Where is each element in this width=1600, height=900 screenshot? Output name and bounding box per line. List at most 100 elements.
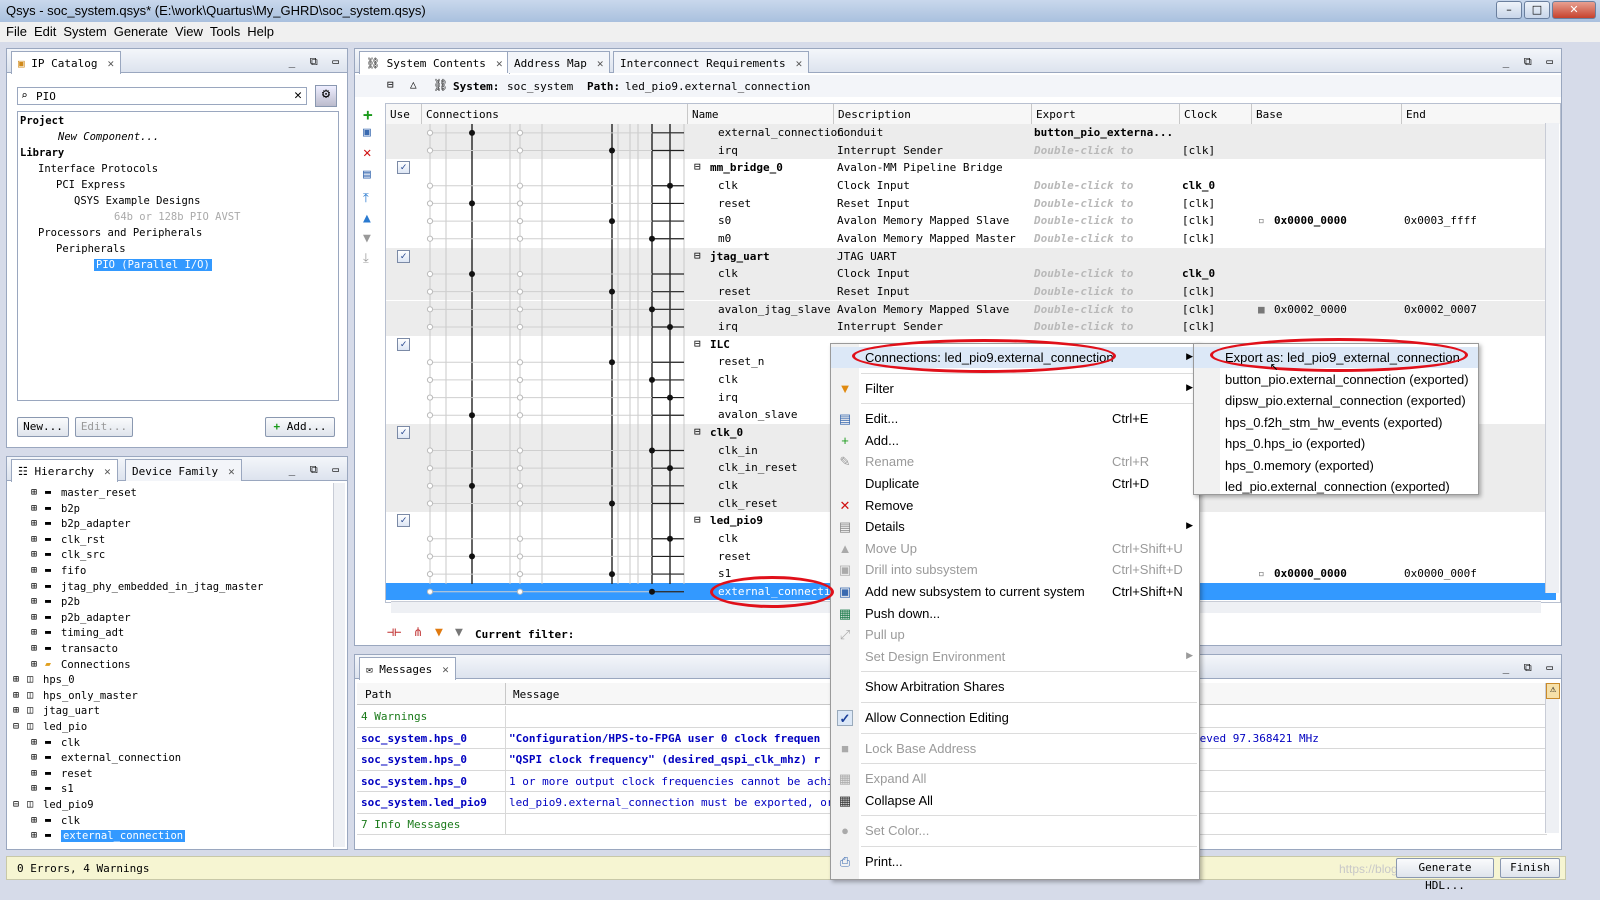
finish-button[interactable]: Finish [1500, 858, 1560, 878]
collapse-toggle-icon[interactable]: ⊞ [13, 705, 19, 716]
expand-toggle-icon[interactable]: ⊞ [31, 487, 37, 498]
hierarchy-item[interactable]: b2p [61, 503, 80, 515]
expand-icon[interactable]: △ [410, 78, 417, 91]
tree-item-processors-peripherals[interactable]: Processors and Peripherals [38, 227, 202, 239]
messages-scrollbar[interactable] [1545, 683, 1559, 833]
use-checkbox[interactable]: ✓ [397, 514, 410, 528]
tree-item-pio-avst[interactable]: 64b or 128b PIO AVST [114, 211, 240, 223]
expand-toggle-icon[interactable]: ⊞ [31, 752, 37, 763]
tree-item-pio-parallel[interactable]: PIO (Parallel I/O) [94, 259, 212, 271]
close-icon[interactable]: ✕ [796, 57, 803, 70]
menu-item[interactable]: ▤ Edit... Ctrl+E [831, 408, 1199, 429]
submenu-item[interactable]: hps_0.f2h_stm_hw_events (exported) [1194, 412, 1478, 433]
menu-help[interactable]: Help [244, 22, 278, 42]
menu-item[interactable]: ✕ Remove [831, 495, 1199, 516]
use-checkbox[interactable]: ✓ [397, 249, 410, 263]
menu-system[interactable]: System [60, 22, 110, 42]
menu-item[interactable]: ▼ Filter ▶ [831, 378, 1199, 399]
row-export[interactable]: Double-click to [1034, 179, 1133, 192]
close-icon[interactable]: ✕ [496, 57, 503, 70]
catalog-options-icon[interactable]: ⚙ [315, 85, 337, 107]
add-subsystem-icon[interactable]: ▣ [363, 125, 371, 140]
hierarchy-item[interactable]: clk [61, 815, 80, 827]
tab-address-map[interactable]: Address Map ✕ [507, 51, 611, 73]
hierarchy-item[interactable]: master_reset [61, 487, 137, 499]
hierarchy-item[interactable]: external_connection [61, 830, 186, 843]
move-top-icon[interactable]: ⤒ [363, 191, 369, 206]
remove-icon[interactable]: ✕ [363, 145, 371, 161]
expand-toggle-icon[interactable]: ⊞ [31, 737, 37, 748]
col-connections[interactable]: Connections [422, 104, 688, 124]
menu-item[interactable]: Set Design Environment ▶ [831, 646, 1199, 667]
hierarchy-item[interactable]: b2p_adapter [61, 518, 131, 530]
hierarchy-item[interactable]: fifo [61, 565, 86, 577]
col-description[interactable]: Description [834, 104, 1032, 124]
menu-item[interactable]: ⤢ Pull up [831, 624, 1199, 645]
tab-messages[interactable]: ✉ Messages ✕ [359, 657, 456, 680]
col-clock[interactable]: Clock [1180, 104, 1252, 124]
menu-item[interactable]: ▦ Collapse All [831, 790, 1199, 811]
row-export[interactable]: Double-click to [1034, 144, 1133, 157]
close-icon[interactable]: ✕ [107, 57, 114, 70]
tree-item-qsys-example-designs[interactable]: QSYS Example Designs [74, 195, 200, 207]
menu-item[interactable]: ■ Lock Base Address [831, 738, 1199, 759]
menu-item[interactable]: ▣ Add new subsystem to current system Ctrl… [831, 581, 1199, 602]
filter-icon[interactable]: ▼ [435, 625, 443, 640]
hierarchy-item[interactable]: jtag_uart [43, 705, 100, 717]
row-export[interactable]: Double-click to [1034, 267, 1133, 280]
connection-filter-alt-icon[interactable]: ⋔ [413, 625, 423, 639]
tab-interconnect[interactable]: Interconnect Requirements ✕ [613, 51, 810, 73]
tab-device-family[interactable]: Device Family ✕ [125, 459, 242, 481]
hierarchy-item[interactable]: external_connection [61, 752, 181, 764]
close-icon[interactable]: ✕ [228, 465, 235, 478]
tab-ip-catalog[interactable]: ▣ IP Catalog ✕ [11, 51, 122, 74]
menu-item[interactable]: ✎ Rename Ctrl+R [831, 451, 1199, 472]
menu-item[interactable]: ● Set Color... [831, 820, 1199, 841]
expand-toggle-icon[interactable]: ⊞ [31, 768, 37, 779]
lock-icon[interactable]: ▫ [1258, 214, 1265, 227]
submenu-item[interactable]: hps_0.memory (exported) [1194, 455, 1478, 476]
hierarchy-item[interactable]: hps_only_master [43, 690, 138, 702]
close-button[interactable]: ✕ [1552, 1, 1596, 19]
collapse-toggle-icon[interactable]: ⊟ [694, 160, 701, 173]
menu-item[interactable]: Show Arbitration Shares [831, 676, 1199, 697]
hierarchy-item[interactable]: clk [61, 737, 80, 749]
collapse-toggle-icon[interactable]: ⊟ [13, 721, 19, 732]
hierarchy-item[interactable]: p2b [61, 596, 80, 608]
tab-hierarchy[interactable]: ☷ Hierarchy ✕ [11, 459, 118, 482]
menu-file[interactable]: File [3, 22, 31, 42]
menu-edit[interactable]: Edit [31, 22, 60, 42]
move-up-icon[interactable]: ▲ [363, 211, 371, 226]
edit-icon[interactable]: ▤ [363, 167, 371, 182]
col-name[interactable]: Name [688, 104, 834, 124]
expand-toggle-icon[interactable]: ⊞ [31, 659, 37, 670]
edit-button[interactable]: Edit... [75, 417, 133, 437]
collapse-toggle-icon[interactable]: ⊟ [694, 337, 701, 350]
collapse-toggle-icon[interactable]: ⊞ [13, 690, 19, 701]
tab-system-contents[interactable]: ⛓ System Contents ✕ [359, 51, 510, 74]
hierarchy-item[interactable]: reset [61, 768, 93, 780]
close-icon[interactable]: ✕ [104, 465, 111, 478]
row-export[interactable]: Double-click to [1034, 197, 1133, 210]
tree-item-peripherals[interactable]: Peripherals [56, 243, 126, 255]
row-export[interactable]: Double-click to [1034, 303, 1133, 316]
use-checkbox[interactable]: ✓ [397, 426, 410, 440]
col-export[interactable]: Export [1032, 104, 1180, 124]
generate-hdl-button[interactable]: Generate HDL... [1396, 858, 1494, 892]
menu-item[interactable]: ▦ Expand All [831, 768, 1199, 789]
collapse-toggle-icon[interactable]: ⊟ [694, 249, 701, 262]
panel-window-controls[interactable]: _ ⧉ ▭ [289, 55, 343, 69]
menu-item[interactable]: ▲ Move Up Ctrl+Shift+U [831, 538, 1199, 559]
menu-item[interactable]: ✓ Allow Connection Editing [831, 707, 1199, 728]
lock-icon[interactable]: ▫ [1258, 567, 1265, 580]
col-end[interactable]: End [1402, 104, 1560, 124]
menu-item[interactable]: ▣ Drill into subsystem Ctrl+Shift+D [831, 559, 1199, 580]
menu-tools[interactable]: Tools [207, 22, 244, 42]
expand-toggle-icon[interactable]: ⊞ [31, 643, 37, 654]
submenu-item[interactable]: hps_0.hps_io (exported) [1194, 433, 1478, 454]
minimize-button[interactable]: – [1496, 1, 1522, 19]
col-path[interactable]: Path [365, 688, 392, 701]
expand-toggle-icon[interactable]: ⊞ [31, 815, 37, 826]
hierarchy-item[interactable]: s1 [61, 783, 74, 795]
col-message[interactable]: Message [513, 688, 559, 701]
